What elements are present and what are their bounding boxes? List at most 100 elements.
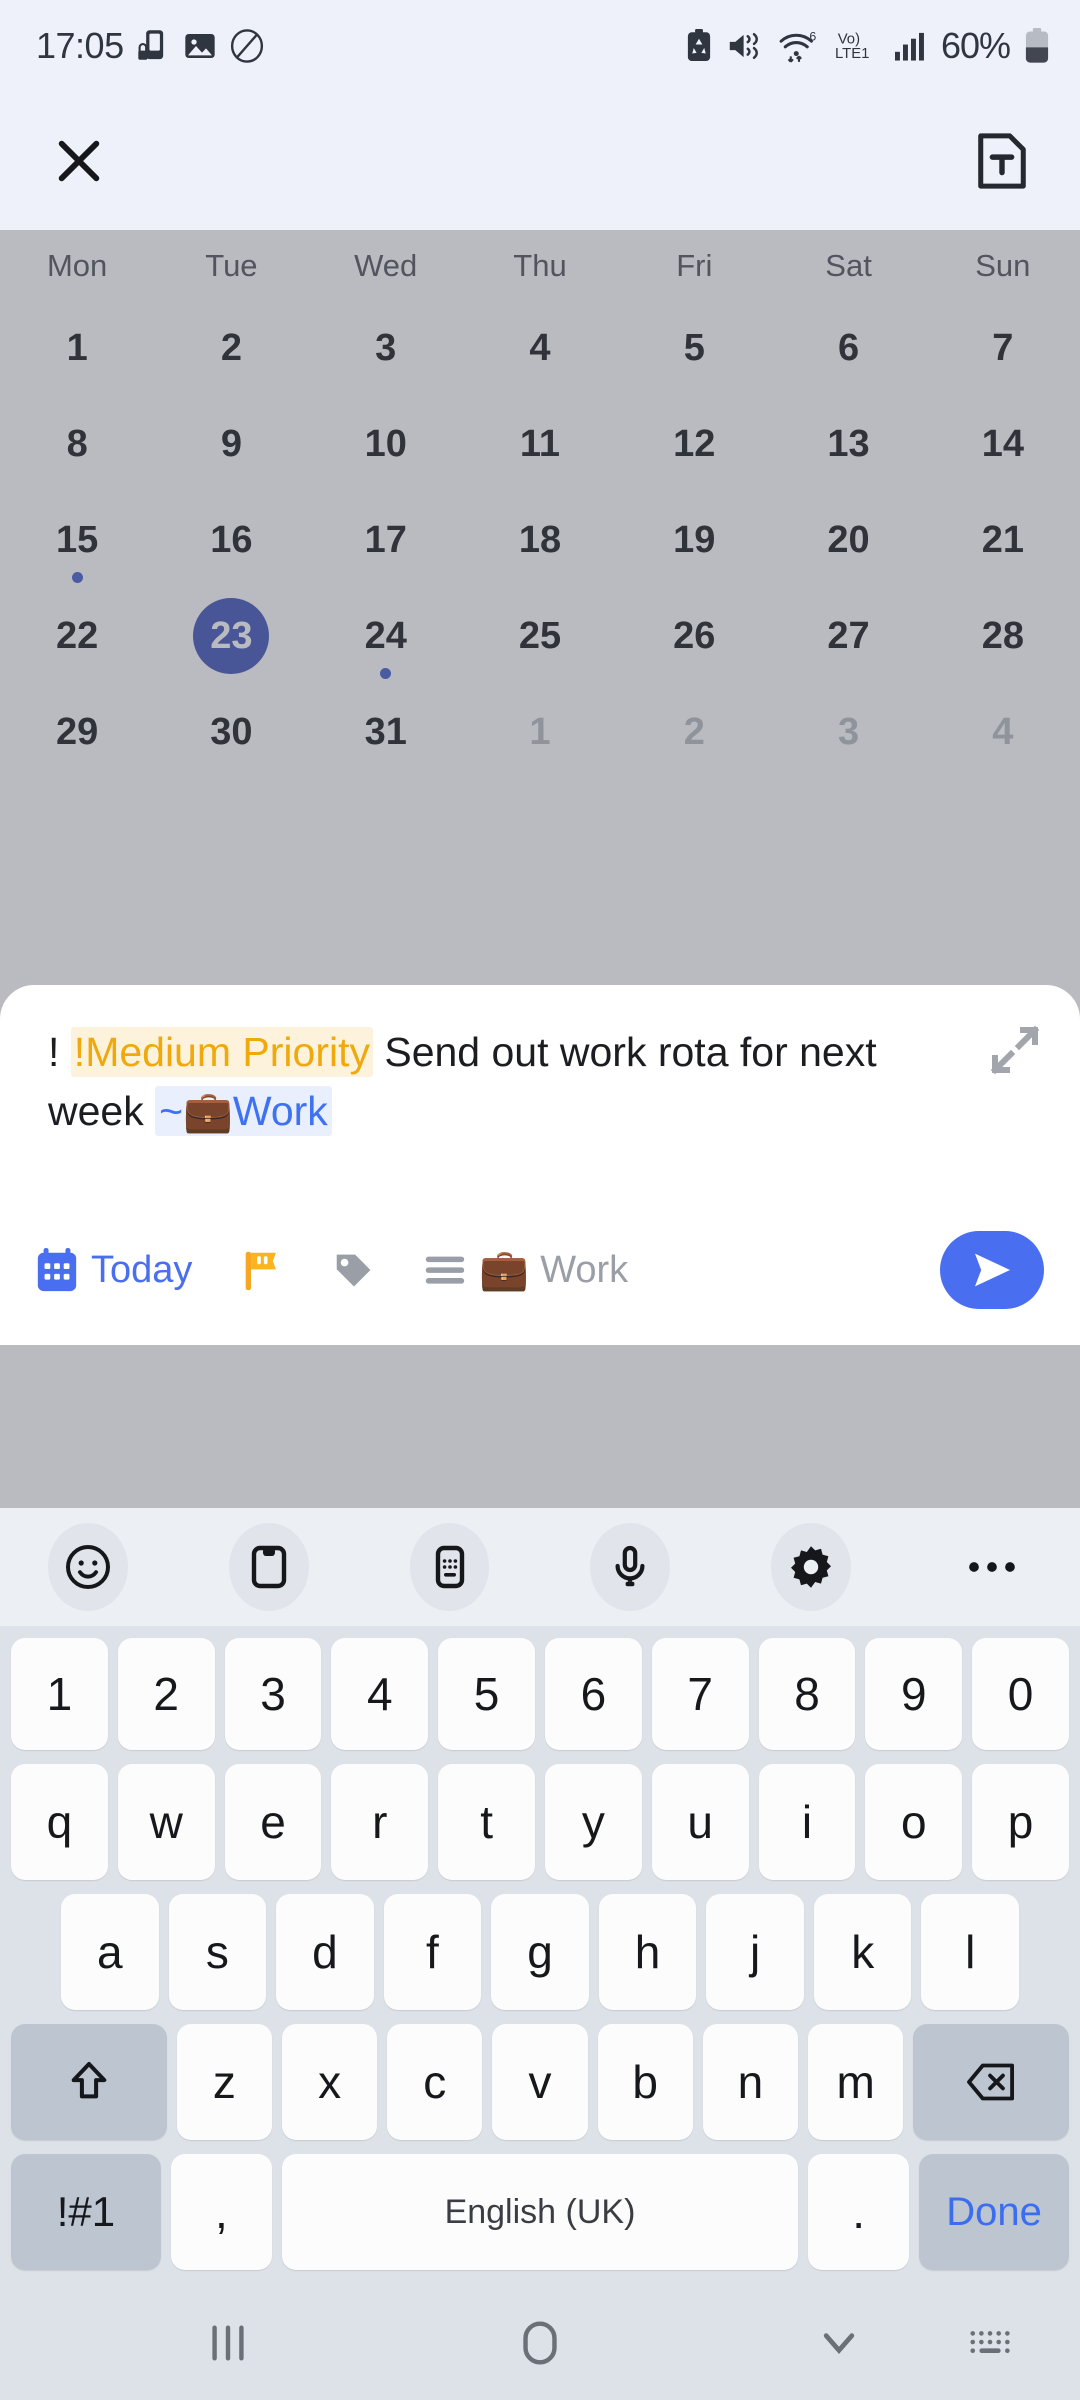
task-input-row[interactable]: ! !Medium Priority Send out work rota fo… xyxy=(0,985,1080,1195)
key-e[interactable]: e xyxy=(224,1764,322,1880)
more-options-icon[interactable] xyxy=(952,1523,1032,1611)
key-m[interactable]: m xyxy=(808,2024,904,2140)
comma-key[interactable]: , xyxy=(170,2154,272,2270)
calendar-day-cell[interactable]: 7 xyxy=(926,302,1080,398)
calendar-day-cell[interactable]: 15 xyxy=(0,494,154,590)
close-icon[interactable] xyxy=(52,134,106,188)
recents-icon[interactable] xyxy=(199,2320,257,2371)
calendar-day-cell[interactable]: 5 xyxy=(617,302,771,398)
task-input[interactable]: ! !Medium Priority Send out work rota fo… xyxy=(48,1023,1032,1142)
project-button[interactable]: 💼 Work xyxy=(422,1247,628,1293)
handwriting-icon[interactable] xyxy=(409,1523,490,1611)
key-1[interactable]: 1 xyxy=(11,1638,108,1750)
key-3[interactable]: 3 xyxy=(224,1638,322,1750)
calendar-day-cell[interactable]: 27 xyxy=(771,590,925,686)
calendar-day-cell[interactable]: 1 xyxy=(463,686,617,782)
done-key[interactable]: Done xyxy=(919,2154,1069,2270)
key-z[interactable]: z xyxy=(176,2024,272,2140)
key-x[interactable]: x xyxy=(281,2024,378,2140)
calendar-day-cell[interactable]: 2 xyxy=(617,686,771,782)
key-j[interactable]: j xyxy=(706,1894,804,2010)
space-key[interactable]: English (UK) xyxy=(281,2154,799,2270)
due-date-button[interactable]: Today xyxy=(34,1246,192,1294)
calendar-day-cell[interactable]: 13 xyxy=(771,398,925,494)
tag-button[interactable] xyxy=(330,1246,376,1294)
hide-keyboard-icon[interactable] xyxy=(813,2321,865,2370)
key-w[interactable]: w xyxy=(117,1764,215,1880)
backspace-key[interactable] xyxy=(913,2024,1070,2140)
clipboard-icon[interactable] xyxy=(228,1523,309,1611)
key-u[interactable]: u xyxy=(651,1764,749,1880)
key-8[interactable]: 8 xyxy=(758,1638,856,1750)
calendar-day-cell[interactable]: 16 xyxy=(154,494,308,590)
key-p[interactable]: p xyxy=(972,1764,1069,1880)
calendar-day-cell[interactable]: 14 xyxy=(926,398,1080,494)
shift-key[interactable] xyxy=(11,2024,167,2140)
calendar-day-cell[interactable]: 8 xyxy=(0,398,154,494)
day-name: Sat xyxy=(825,248,872,283)
key-r[interactable]: r xyxy=(331,1764,429,1880)
emoji-icon[interactable] xyxy=(48,1523,128,1611)
calendar-day-cell[interactable]: 31 xyxy=(309,686,463,782)
calendar-day-cell[interactable]: 3 xyxy=(309,302,463,398)
calendar-day-cell[interactable]: 2 xyxy=(154,302,308,398)
microphone-icon[interactable] xyxy=(590,1523,671,1611)
key-o[interactable]: o xyxy=(865,1764,963,1880)
calendar-day-cell[interactable]: 12 xyxy=(617,398,771,494)
calendar-day-cell[interactable]: 30 xyxy=(154,686,308,782)
calendar-day-cell[interactable]: 9 xyxy=(154,398,308,494)
calendar-day-cell[interactable]: 26 xyxy=(617,590,771,686)
calendar-day-cell[interactable]: 25 xyxy=(463,590,617,686)
calendar-day-cell[interactable]: 28 xyxy=(926,590,1080,686)
key-n[interactable]: n xyxy=(702,2024,799,2140)
key-q[interactable]: q xyxy=(11,1764,108,1880)
key-6[interactable]: 6 xyxy=(545,1638,642,1750)
phone-lock-icon xyxy=(137,29,170,63)
key-a[interactable]: a xyxy=(60,1894,159,2010)
key-c[interactable]: c xyxy=(387,2024,483,2140)
calendar-day-cell[interactable]: 4 xyxy=(926,686,1080,782)
key-s[interactable]: s xyxy=(168,1894,267,2010)
calendar-day-cell[interactable]: 18 xyxy=(463,494,617,590)
calendar-day-cell[interactable]: 4 xyxy=(463,302,617,398)
key-k[interactable]: k xyxy=(813,1894,912,2010)
symbols-key[interactable]: !#1 xyxy=(11,2154,161,2270)
key-t[interactable]: t xyxy=(438,1764,535,1880)
calendar-day-cell[interactable]: 11 xyxy=(463,398,617,494)
key-5[interactable]: 5 xyxy=(438,1638,535,1750)
calendar-day-cell[interactable]: 3 xyxy=(771,686,925,782)
calendar-day-cell[interactable]: 6 xyxy=(771,302,925,398)
calendar-day-cell[interactable]: 29 xyxy=(0,686,154,782)
calendar-day-cell[interactable]: 19 xyxy=(617,494,771,590)
key-9[interactable]: 9 xyxy=(865,1638,963,1750)
calendar-day-cell[interactable]: 10 xyxy=(309,398,463,494)
key-4[interactable]: 4 xyxy=(331,1638,429,1750)
key-0[interactable]: 0 xyxy=(972,1638,1069,1750)
calendar-day-cell[interactable]: 17 xyxy=(309,494,463,590)
key-l[interactable]: l xyxy=(921,1894,1020,2010)
period-key[interactable]: . xyxy=(808,2154,910,2270)
priority-button[interactable] xyxy=(238,1246,284,1294)
key-b[interactable]: b xyxy=(597,2024,693,2140)
key-7[interactable]: 7 xyxy=(651,1638,749,1750)
calendar-day-cell[interactable]: 23 xyxy=(154,590,308,686)
calendar-day-cell[interactable]: 20 xyxy=(771,494,925,590)
key-i[interactable]: i xyxy=(758,1764,856,1880)
calendar-day-cell[interactable]: 1 xyxy=(0,302,154,398)
key-g[interactable]: g xyxy=(491,1894,589,2010)
key-2[interactable]: 2 xyxy=(117,1638,215,1750)
key-y[interactable]: y xyxy=(545,1764,642,1880)
key-h[interactable]: h xyxy=(598,1894,697,2010)
text-note-icon[interactable] xyxy=(976,132,1028,190)
send-button[interactable] xyxy=(940,1231,1044,1309)
keyboard-switch-icon[interactable] xyxy=(966,2323,1016,2368)
calendar-day-cell[interactable]: 22 xyxy=(0,590,154,686)
key-d[interactable]: d xyxy=(276,1894,374,2010)
calendar-day-cell[interactable]: 21 xyxy=(926,494,1080,590)
settings-gear-icon[interactable] xyxy=(771,1523,852,1611)
home-icon[interactable] xyxy=(513,2316,567,2375)
key-v[interactable]: v xyxy=(492,2024,588,2140)
expand-icon[interactable] xyxy=(984,1019,1046,1081)
key-f[interactable]: f xyxy=(383,1894,482,2010)
calendar-day-cell[interactable]: 24 xyxy=(309,590,463,686)
